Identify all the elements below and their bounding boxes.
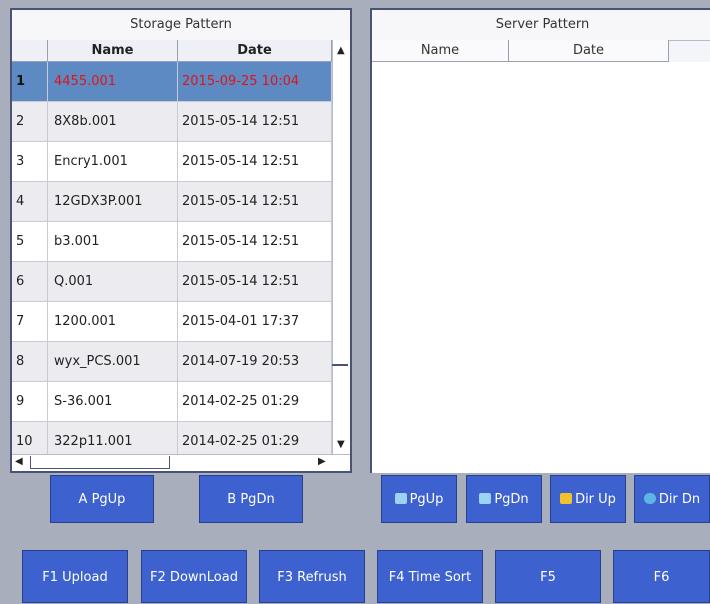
- file-date: 2015-05-14 12:51: [178, 222, 332, 261]
- scroll-left-arrow-icon[interactable]: ◀: [15, 456, 23, 467]
- row-number: 3: [12, 142, 48, 181]
- horizontal-scroll-thumb[interactable]: [30, 456, 170, 469]
- file-date: 2015-05-14 12:51: [178, 102, 332, 141]
- row-number: 10: [12, 422, 48, 454]
- file-date: 2014-07-19 20:53: [178, 342, 332, 381]
- row-number: 2: [12, 102, 48, 141]
- server-pattern-title: Server Pattern: [372, 10, 710, 41]
- file-date: 2014-02-25 01:29: [178, 382, 332, 421]
- dir-up-label: Dir Up: [575, 492, 616, 507]
- dir-down-label: Dir Dn: [658, 492, 701, 507]
- row-number: 8: [12, 342, 48, 381]
- server-name-column-header[interactable]: Name: [372, 40, 509, 62]
- scroll-right-arrow-icon[interactable]: ▶: [318, 456, 326, 467]
- file-name: 8X8b.001: [48, 102, 178, 141]
- f6-button[interactable]: F6: [613, 550, 710, 603]
- scroll-down-arrow-icon[interactable]: ▼: [337, 440, 345, 450]
- server-pgdn-label: PgDn: [494, 492, 529, 507]
- dir-up-button[interactable]: Dir Up: [550, 475, 626, 523]
- file-date: 2015-05-14 12:51: [178, 142, 332, 181]
- a-pgup-button[interactable]: A PgUp: [50, 475, 154, 523]
- file-name: 4455.001: [48, 62, 178, 101]
- scroll-thumb[interactable]: [332, 364, 348, 366]
- storage-table: Name Date 1 4455.001 2015-09-25 10:04 2 8X8b…: [12, 40, 332, 454]
- server-file-list[interactable]: [372, 62, 710, 473]
- page-down-icon: [479, 493, 492, 504]
- server-pattern-panel: Server Pattern Name Date: [370, 8, 710, 473]
- file-name: 12GDX3P.001: [48, 182, 178, 221]
- file-name: Encry1.001: [48, 142, 178, 181]
- row-number: 5: [12, 222, 48, 261]
- file-name: b3.001: [48, 222, 178, 261]
- dir-down-button[interactable]: Dir Dn: [634, 475, 710, 523]
- file-date: 2015-09-25 10:04: [178, 62, 332, 101]
- f1-upload-button[interactable]: F1 Upload: [22, 550, 128, 603]
- vertical-scrollbar[interactable]: ▲ ▼: [332, 40, 350, 454]
- row-number-header: [12, 40, 48, 62]
- folder-down-icon: [643, 493, 656, 504]
- row-number: 6: [12, 262, 48, 301]
- server-date-column-header[interactable]: Date: [509, 40, 669, 62]
- f3-refresh-button[interactable]: F3 Refrush: [259, 550, 365, 603]
- file-name: 1200.001: [48, 302, 178, 341]
- server-pgup-button[interactable]: PgUp: [381, 475, 457, 523]
- row-number: 4: [12, 182, 48, 221]
- f2-download-button[interactable]: F2 DownLoad: [141, 550, 247, 603]
- file-date: 2015-04-01 17:37: [178, 302, 332, 341]
- storage-pattern-title: Storage Pattern: [12, 10, 350, 41]
- table-row[interactable]: 5 b3.001 2015-05-14 12:51: [12, 222, 332, 262]
- f4-time-sort-button[interactable]: F4 Time Sort: [377, 550, 483, 603]
- folder-up-icon: [560, 493, 573, 504]
- server-pgup-label: PgUp: [409, 492, 444, 507]
- file-name: 322p11.001: [48, 422, 178, 454]
- page-up-icon: [394, 493, 407, 504]
- file-name: S-36.001: [48, 382, 178, 421]
- file-name: Q.001: [48, 262, 178, 301]
- file-date: 2014-02-25 01:29: [178, 422, 332, 454]
- file-date: 2015-05-14 12:51: [178, 262, 332, 301]
- table-row[interactable]: 1 4455.001 2015-09-25 10:04: [12, 62, 332, 102]
- b-pgdn-button[interactable]: B PgDn: [199, 475, 303, 523]
- table-row[interactable]: 4 12GDX3P.001 2015-05-14 12:51: [12, 182, 332, 222]
- storage-pattern-panel: Storage Pattern Name Date 1 4455.001 2015-…: [10, 8, 352, 473]
- table-row[interactable]: 9 S-36.001 2014-02-25 01:29: [12, 382, 332, 422]
- row-number: 1: [12, 62, 48, 101]
- server-pgdn-button[interactable]: PgDn: [466, 475, 542, 523]
- table-row[interactable]: 10 322p11.001 2014-02-25 01:29: [12, 422, 332, 454]
- file-name: wyx_PCS.001: [48, 342, 178, 381]
- table-row[interactable]: 3 Encry1.001 2015-05-14 12:51: [12, 142, 332, 182]
- name-column-header[interactable]: Name: [48, 40, 178, 62]
- table-row[interactable]: 2 8X8b.001 2015-05-14 12:51: [12, 102, 332, 142]
- row-number: 7: [12, 302, 48, 341]
- table-row[interactable]: 6 Q.001 2015-05-14 12:51: [12, 262, 332, 302]
- f5-button[interactable]: F5: [495, 550, 601, 603]
- table-row[interactable]: 7 1200.001 2015-04-01 17:37: [12, 302, 332, 342]
- horizontal-scrollbar[interactable]: ◀ ▶: [12, 454, 350, 471]
- date-column-header[interactable]: Date: [178, 40, 332, 62]
- file-date: 2015-05-14 12:51: [178, 182, 332, 221]
- table-row[interactable]: 8 wyx_PCS.001 2014-07-19 20:53: [12, 342, 332, 382]
- scroll-up-arrow-icon[interactable]: ▲: [337, 46, 345, 56]
- row-number: 9: [12, 382, 48, 421]
